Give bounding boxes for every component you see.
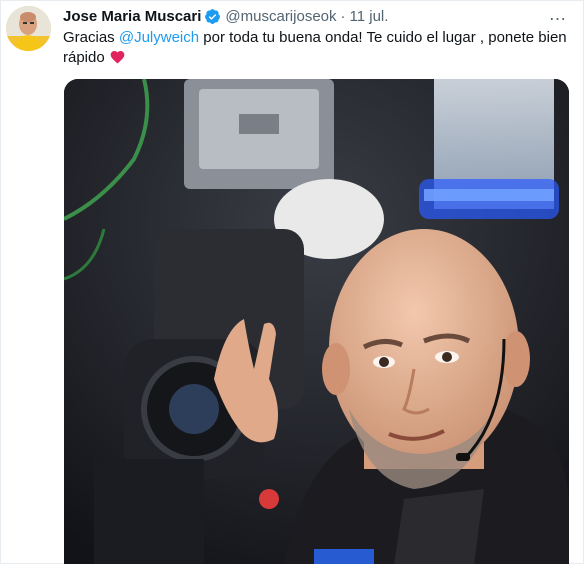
tweet-date[interactable]: 11 jul.: [350, 8, 389, 25]
separator-dot: ·: [340, 7, 346, 25]
tweet-header: Jose Maria Muscari @muscarijoseok · 11 j…: [63, 6, 388, 26]
mention-link[interactable]: @Julyweich: [119, 29, 199, 46]
avatar[interactable]: [6, 6, 51, 51]
tweet-text: Gracias @Julyweich por toda tu buena ond…: [63, 28, 575, 68]
tweet-card[interactable]: Jose Maria Muscari @muscarijoseok · 11 j…: [0, 0, 584, 564]
display-name[interactable]: Jose Maria Muscari: [63, 8, 201, 25]
more-options-icon[interactable]: …: [547, 4, 569, 24]
tweet-text-start: Gracias: [63, 29, 119, 46]
red-heart-icon: [109, 49, 126, 64]
user-handle[interactable]: @muscarijoseok: [225, 8, 336, 25]
tweet-photo[interactable]: [64, 79, 569, 564]
verified-badge-icon: [204, 8, 221, 25]
